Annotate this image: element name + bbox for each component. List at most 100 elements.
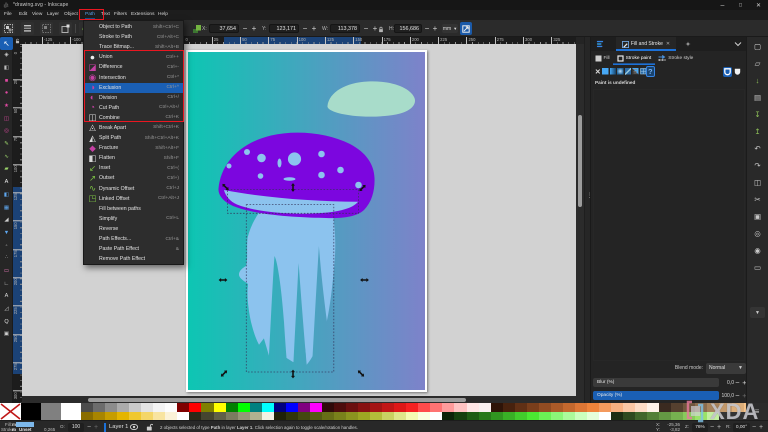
- blur-value[interactable]: 0,0: [719, 380, 734, 386]
- path-menu-item[interactable]: ◳ Linked Offset Ctrl+Alt+J: [84, 194, 183, 204]
- palette-swatch[interactable]: [611, 403, 624, 412]
- palette-swatch[interactable]: [382, 403, 395, 412]
- dock-collapse-chevron-icon[interactable]: [734, 41, 742, 47]
- paint-radial-gradient-button[interactable]: [617, 67, 625, 76]
- palette-swatch[interactable]: [346, 411, 359, 420]
- palette-swatch[interactable]: [695, 403, 708, 412]
- subtab-fill[interactable]: Fill: [591, 51, 613, 65]
- path-menu-item[interactable]: ● Union Ctrl++: [84, 52, 183, 62]
- path-menu-item[interactable]: Paste Path Effect &: [84, 244, 183, 254]
- palette-swatch[interactable]: [659, 411, 672, 420]
- path-menu-item[interactable]: Object to Path Shift+Ctrl+C: [84, 22, 183, 32]
- menu-item[interactable]: File: [4, 10, 12, 20]
- tool-button[interactable]: ▰: [0, 164, 13, 177]
- path-menu-item[interactable]: ◑ Exclusion Ctrl+^: [84, 82, 183, 93]
- swatch-big[interactable]: [61, 403, 81, 420]
- tool-button[interactable]: ◦: [0, 240, 13, 253]
- palette-swatch[interactable]: [526, 403, 539, 412]
- path-menu-item[interactable]: Reverse: [84, 224, 183, 234]
- layer-name[interactable]: Layer 1: [109, 424, 128, 430]
- palette-swatch[interactable]: [273, 403, 286, 412]
- command-button[interactable]: ▤: [751, 91, 765, 104]
- palette-swatch[interactable]: [321, 411, 334, 420]
- fill-color-swatch[interactable]: [16, 422, 34, 427]
- palette-swatch[interactable]: [93, 403, 106, 412]
- palette-swatch[interactable]: [526, 411, 539, 420]
- palette-swatch[interactable]: [249, 411, 262, 420]
- palette-swatch[interactable]: [153, 411, 166, 420]
- palette-swatch[interactable]: [406, 403, 419, 412]
- menu-item[interactable]: View: [32, 10, 42, 20]
- minimize-button[interactable]: –: [719, 2, 726, 9]
- palette-swatch[interactable]: [153, 403, 166, 412]
- palette-swatch[interactable]: [442, 403, 455, 412]
- palette-swatch[interactable]: [707, 411, 720, 420]
- menu-item[interactable]: Extensions: [131, 10, 154, 20]
- subtab-stroke-paint[interactable]: Stroke paint: [613, 51, 655, 65]
- palette-swatch[interactable]: [635, 411, 648, 420]
- opacity-plus-button[interactable]: +: [94, 424, 98, 431]
- palette-swatch[interactable]: [141, 403, 154, 412]
- palette-swatch[interactable]: [647, 403, 660, 412]
- palette-swatch[interactable]: [309, 403, 322, 412]
- opacity-minus-button[interactable]: −: [87, 424, 91, 431]
- palette-swatch[interactable]: [466, 403, 479, 412]
- path-menu-item[interactable]: Path Effects... Ctrl+&: [84, 234, 183, 244]
- deselect-button[interactable]: [40, 22, 53, 35]
- palette-swatch[interactable]: [406, 411, 419, 420]
- command-button[interactable]: ◉: [751, 244, 765, 257]
- tool-button[interactable]: ↖: [0, 37, 13, 50]
- tool-button[interactable]: ∴: [0, 253, 13, 266]
- palette-swatch[interactable]: [81, 403, 94, 412]
- palette-swatch[interactable]: [81, 411, 94, 420]
- palette-swatch[interactable]: [683, 411, 696, 420]
- maximize-button[interactable]: ◻: [737, 2, 744, 9]
- palette-swatch[interactable]: [346, 403, 359, 412]
- menu-item[interactable]: Help: [158, 10, 168, 20]
- palette-swatch[interactable]: [117, 403, 130, 412]
- palette-swatch[interactable]: [695, 411, 708, 420]
- path-menu-item[interactable]: ◬ Break Apart Shift+Ctrl+K: [84, 123, 183, 133]
- palette-swatch[interactable]: [490, 403, 503, 412]
- path-menu-item[interactable]: Simplify Ctrl+L: [84, 214, 183, 224]
- path-menu-item[interactable]: Trace Bitmap... Shift+Alt+B: [84, 42, 183, 52]
- palette-swatch[interactable]: [623, 403, 636, 412]
- vertical-scrollbar-thumb[interactable]: [578, 115, 582, 207]
- palette-swatch[interactable]: [370, 411, 383, 420]
- blend-mode-dropdown[interactable]: Normal ▼: [706, 362, 746, 374]
- palette-swatch[interactable]: [611, 411, 624, 420]
- path-menu-item[interactable]: ◪ Difference Ctrl+-: [84, 62, 183, 72]
- palette-swatch[interactable]: [321, 403, 334, 412]
- palette-swatch[interactable]: [249, 403, 262, 412]
- paint-unknown-button[interactable]: ?: [645, 66, 655, 77]
- path-menu-item[interactable]: Stroke to Path Ctrl+Alt+C: [84, 32, 183, 42]
- palette-swatch[interactable]: [731, 403, 744, 412]
- y-minus-button[interactable]: −: [301, 24, 309, 34]
- fill-rule-nonzero-button[interactable]: [733, 67, 742, 77]
- splitter-grip[interactable]: ⋮: [587, 193, 593, 205]
- palette-swatch[interactable]: [273, 411, 286, 420]
- tool-button[interactable]: ∟: [0, 278, 13, 291]
- tool-button[interactable]: ■: [0, 75, 13, 88]
- palette-swatch[interactable]: [659, 403, 672, 412]
- paint-linear-gradient-button[interactable]: [609, 67, 617, 76]
- palette-swatch[interactable]: [165, 403, 178, 412]
- tool-button[interactable]: ▣: [0, 329, 13, 342]
- select-all-layers-button[interactable]: [21, 22, 34, 35]
- palette-swatch[interactable]: [562, 403, 575, 412]
- tool-button[interactable]: ▭: [0, 265, 13, 278]
- rotate-90-ccw-button[interactable]: [59, 22, 72, 35]
- palette-swatch[interactable]: [382, 411, 395, 420]
- palette-swatch[interactable]: [237, 411, 250, 420]
- tool-button[interactable]: ◢: [0, 215, 13, 228]
- y-plus-button[interactable]: +: [310, 24, 318, 34]
- command-button[interactable]: ↥: [751, 125, 765, 138]
- paint-flat-button[interactable]: [602, 67, 610, 76]
- palette-swatch[interactable]: [478, 411, 491, 420]
- palette-swatch[interactable]: [418, 411, 431, 420]
- palette-swatch[interactable]: [454, 411, 467, 420]
- palette-swatch[interactable]: [538, 403, 551, 412]
- palette-swatch[interactable]: [418, 403, 431, 412]
- palette-swatch[interactable]: [358, 411, 371, 420]
- x-minus-button[interactable]: −: [241, 24, 249, 34]
